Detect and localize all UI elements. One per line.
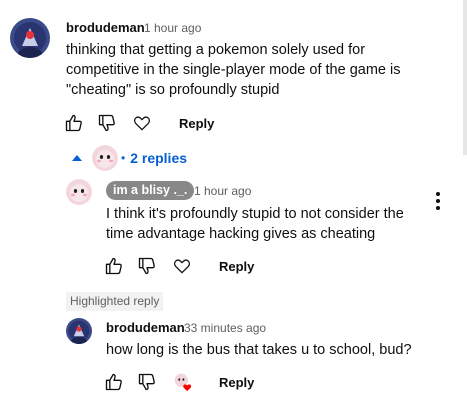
comment-author[interactable]: brodudeman [66, 20, 145, 35]
thumbs-down-icon[interactable] [96, 112, 118, 134]
thumbs-down-icon[interactable] [136, 371, 158, 393]
reply-actions: Reply [103, 254, 254, 278]
thumbs-down-icon[interactable] [136, 255, 158, 277]
scrollbar[interactable] [463, 0, 467, 155]
comment-text-line: thinking that getting a pokemon solely u… [66, 42, 366, 58]
heart-icon[interactable] [171, 255, 193, 277]
replies-toggle[interactable]: • 2 replies [70, 145, 187, 171]
comment-text-line: "cheating" is so profoundly stupid [66, 82, 280, 98]
heart-icon[interactable] [131, 112, 153, 134]
creator-heart-icon[interactable] [171, 370, 195, 394]
reply-text: how long is the bus that takes u to scho… [106, 340, 412, 360]
thumbs-up-icon[interactable] [63, 112, 85, 134]
reply-author[interactable]: brodudeman [106, 320, 185, 335]
reply-timestamp[interactable]: 1 hour ago [194, 184, 251, 198]
thumbs-up-icon[interactable] [103, 255, 125, 277]
reply-avatar[interactable] [66, 179, 92, 205]
caret-up-icon [70, 151, 84, 165]
comment-text-line: competitive in the single-player mode of… [66, 62, 401, 78]
reply-actions: Reply [103, 370, 254, 394]
reply-text-line: how long is the bus that takes u to scho… [106, 342, 412, 358]
thumbs-up-icon[interactable] [103, 371, 125, 393]
reply-text-line: I think it's profoundly stupid to not co… [106, 206, 404, 222]
reply-avatar[interactable] [66, 318, 92, 344]
replies-separator: • [121, 151, 126, 165]
comment-timestamp[interactable]: 1 hour ago [144, 21, 201, 35]
reply-author-chip[interactable]: im a blisy ._. [106, 181, 195, 200]
reply-button[interactable]: Reply [219, 259, 254, 274]
comment-text: thinking that getting a pokemon solely u… [66, 40, 400, 100]
reply-text: I think it's profoundly stupid to not co… [106, 204, 404, 244]
reply-timestamp[interactable]: 33 minutes ago [184, 321, 266, 335]
reply-button[interactable]: Reply [179, 116, 214, 131]
reply-text-line: time advantage hacking gives as cheating [106, 226, 376, 242]
more-vert-icon[interactable] [434, 190, 442, 212]
creator-reply-avatar [92, 145, 118, 171]
commenter-avatar[interactable] [10, 18, 50, 58]
highlighted-reply-badge: Highlighted reply [66, 292, 164, 311]
reply-button[interactable]: Reply [219, 375, 254, 390]
comment-actions: Reply [63, 111, 214, 135]
replies-count-label[interactable]: 2 replies [130, 150, 187, 166]
